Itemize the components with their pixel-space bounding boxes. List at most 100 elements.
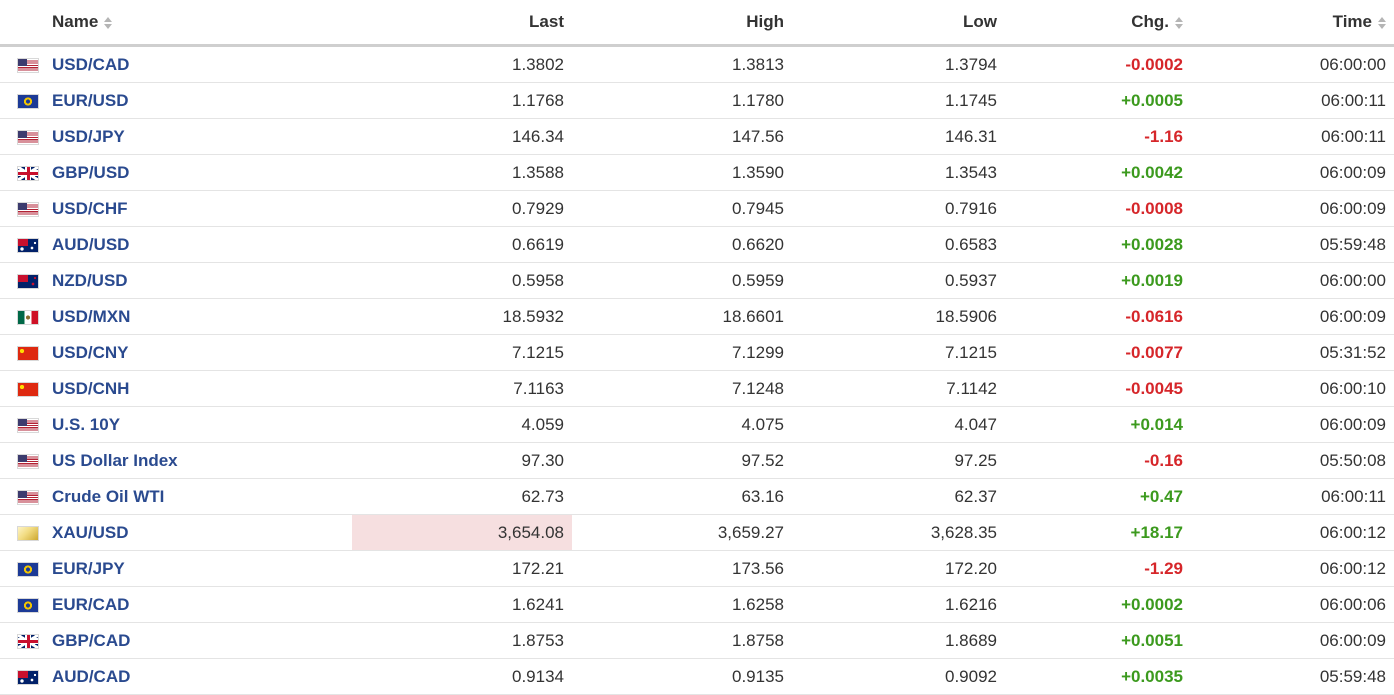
low-cell: 4.047 [792,406,1005,443]
flag-cell [0,478,52,515]
chg-cell: +0.0002 [1005,586,1191,623]
header-name-label: Name [52,12,99,31]
instrument-link[interactable]: GBP/USD [52,163,129,182]
nz-flag-icon [17,273,39,289]
chg-cell: -1.29 [1005,550,1191,587]
table-row[interactable]: USD/MXN 18.5932 18.6601 18.5906 -0.0616 06:00… [0,298,1394,335]
last-cell: 1.8753 [352,622,572,659]
last-cell: 4.059 [352,406,572,443]
table-row[interactable]: Crude Oil WTI 62.73 63.16 62.37 +0.47 06:00:1… [0,478,1394,515]
table-row[interactable]: GBP/USD 1.3588 1.3590 1.3543 +0.0042 06:00:09 [0,154,1394,191]
flag-cell [0,334,52,371]
chg-cell: +0.014 [1005,406,1191,443]
low-cell: 62.37 [792,478,1005,515]
instrument-link[interactable]: USD/CNH [52,379,129,398]
sort-icon[interactable] [104,16,113,29]
high-cell: 0.7945 [572,190,792,227]
table-row[interactable]: USD/CNY 7.1215 7.1299 7.1215 -0.0077 05:31:52 [0,334,1394,371]
table-row[interactable]: USD/CAD 1.3802 1.3813 1.3794 -0.0002 06:00:00 [0,45,1394,83]
header-name[interactable]: Name [52,0,352,47]
chg-cell: +18.17 [1005,514,1191,551]
table-row[interactable]: AUD/USD 0.6619 0.6620 0.6583 +0.0028 05:59:48 [0,226,1394,263]
instrument-link[interactable]: U.S. 10Y [52,415,120,434]
instrument-link[interactable]: USD/CNY [52,343,129,362]
gb-flag-icon [17,165,39,181]
us-flag-icon [17,201,39,217]
last-cell: 7.1163 [352,370,572,407]
instrument-link[interactable]: GBP/CAD [52,631,130,650]
low-cell: 0.6583 [792,226,1005,263]
low-cell: 172.20 [792,550,1005,587]
table-row[interactable]: US Dollar Index 97.30 97.52 97.25 -0.16 05:50… [0,442,1394,479]
flag-cell [0,370,52,407]
instrument-link[interactable]: NZD/USD [52,271,128,290]
table-row[interactable]: USD/JPY 146.34 147.56 146.31 -1.16 06:00:11 [0,118,1394,155]
instrument-link[interactable]: AUD/CAD [52,667,130,686]
header-chg-label: Chg. [1131,12,1169,31]
low-cell: 0.9092 [792,658,1005,695]
table-row[interactable]: AUD/CAD 0.9134 0.9135 0.9092 +0.0035 05:59:48 [0,658,1394,695]
table-row[interactable]: USD/CNH 7.1163 7.1248 7.1142 -0.0045 06:00:10 [0,370,1394,407]
flag-cell [0,586,52,623]
low-cell: 0.7916 [792,190,1005,227]
header-high: High [572,0,792,47]
instrument-link[interactable]: USD/CAD [52,55,129,74]
low-cell: 97.25 [792,442,1005,479]
name-cell: USD/JPY [52,118,352,155]
eu-flag-icon [17,597,39,613]
flag-cell [0,226,52,263]
last-cell: 0.6619 [352,226,572,263]
time-cell: 06:00:11 [1191,82,1394,119]
high-cell: 7.1299 [572,334,792,371]
instrument-link[interactable]: US Dollar Index [52,451,178,470]
high-cell: 1.3590 [572,154,792,191]
name-cell: USD/CAD [52,45,352,83]
instrument-link[interactable]: AUD/USD [52,235,129,254]
instrument-link[interactable]: EUR/USD [52,91,129,110]
low-cell: 1.3543 [792,154,1005,191]
table-row[interactable]: EUR/JPY 172.21 173.56 172.20 -1.29 06:00:12 [0,550,1394,587]
chg-cell: -0.0002 [1005,45,1191,83]
chg-cell: +0.0035 [1005,658,1191,695]
sort-icon[interactable] [1175,16,1183,29]
name-cell: GBP/USD [52,154,352,191]
chg-cell: -1.16 [1005,118,1191,155]
table-row[interactable]: EUR/CAD 1.6241 1.6258 1.6216 +0.0002 06:00:06 [0,586,1394,623]
instrument-link[interactable]: XAU/USD [52,523,129,542]
low-cell: 1.1745 [792,82,1005,119]
table-row[interactable]: GBP/CAD 1.8753 1.8758 1.8689 +0.0051 06:00:09 [0,622,1394,659]
chg-cell: -0.0616 [1005,298,1191,335]
last-cell: 7.1215 [352,334,572,371]
low-cell: 0.5937 [792,262,1005,299]
last-cell: 0.9134 [352,658,572,695]
instrument-link[interactable]: USD/CHF [52,199,128,218]
table-row[interactable]: USD/CHF 0.7929 0.7945 0.7916 -0.0008 06:00:09 [0,190,1394,227]
instrument-link[interactable]: EUR/CAD [52,595,129,614]
low-cell: 1.3794 [792,45,1005,83]
header-time[interactable]: Time [1191,0,1394,47]
instrument-link[interactable]: USD/MXN [52,307,130,326]
table-header: Name Last High Low Chg. Time [0,0,1394,47]
header-chg[interactable]: Chg. [1005,0,1191,47]
table-row[interactable]: XAU/USD 3,654.08 3,659.27 3,628.35 +18.17 06:… [0,514,1394,551]
chg-cell: +0.47 [1005,478,1191,515]
name-cell: NZD/USD [52,262,352,299]
low-cell: 1.8689 [792,622,1005,659]
last-cell: 0.5958 [352,262,572,299]
instrument-link[interactable]: EUR/JPY [52,559,125,578]
cn-flag-icon [17,345,39,361]
instrument-link[interactable]: Crude Oil WTI [52,487,164,506]
high-cell: 1.8758 [572,622,792,659]
table-row[interactable]: NZD/USD 0.5958 0.5959 0.5937 +0.0019 06:00:00 [0,262,1394,299]
table-row[interactable]: EUR/USD 1.1768 1.1780 1.1745 +0.0005 06:00:11 [0,82,1394,119]
flag-cell [0,406,52,443]
sort-icon[interactable] [1378,16,1386,29]
table-row[interactable]: U.S. 10Y 4.059 4.075 4.047 +0.014 06:00:09 [0,406,1394,443]
last-cell: 172.21 [352,550,572,587]
time-cell: 06:00:09 [1191,406,1394,443]
header-last: Last [352,0,572,47]
header-low: Low [792,0,1005,47]
instrument-link[interactable]: USD/JPY [52,127,125,146]
name-cell: U.S. 10Y [52,406,352,443]
time-cell: 06:00:06 [1191,586,1394,623]
